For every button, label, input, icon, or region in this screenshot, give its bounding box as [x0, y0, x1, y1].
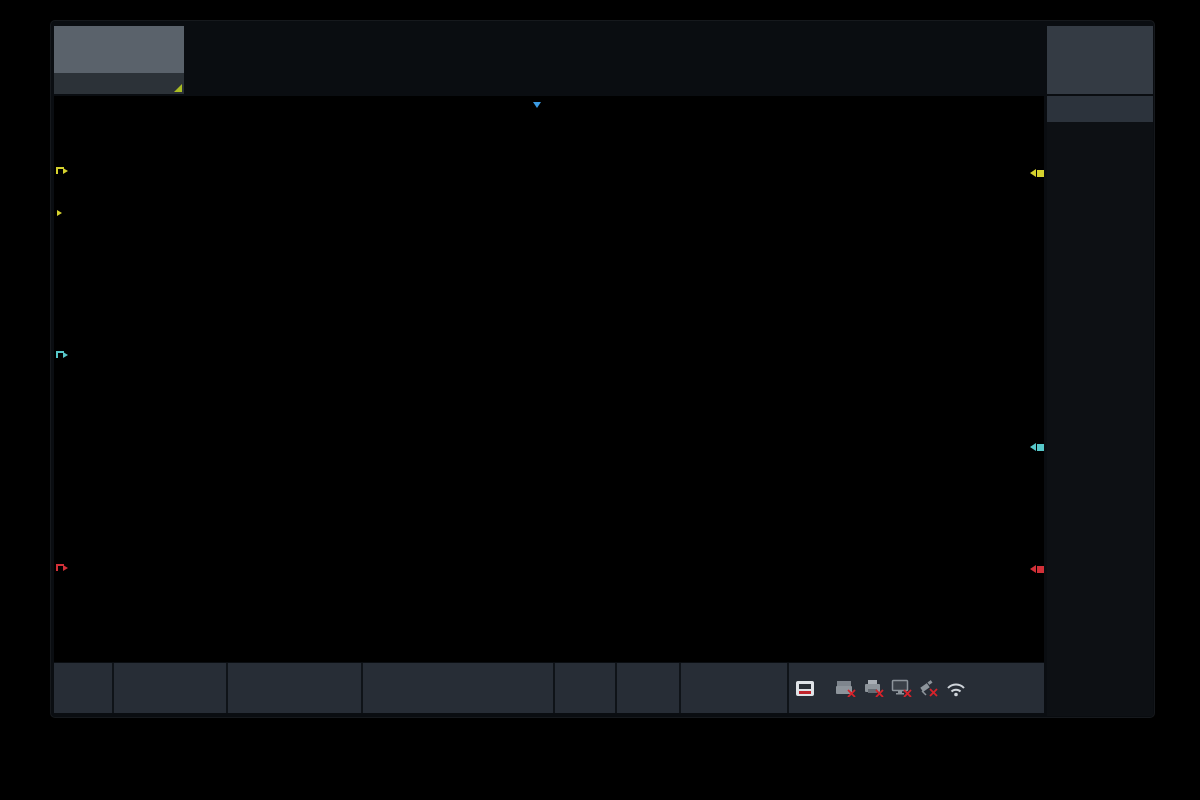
- menu-button[interactable]: [54, 73, 184, 94]
- record-mode: [555, 663, 615, 713]
- wifi-icon: [945, 680, 967, 697]
- acquire-info[interactable]: [363, 663, 553, 713]
- trigger-position-icon[interactable]: [532, 96, 541, 108]
- ch1-readout: [164, 116, 192, 128]
- trigger-info[interactable]: [228, 663, 361, 713]
- accumulate: [617, 663, 679, 713]
- ssd-icon: [795, 680, 815, 697]
- ch2-readout: [321, 297, 349, 309]
- brand-logo: [54, 26, 184, 73]
- rtm3-readout: [321, 479, 349, 491]
- right-menu: [1047, 96, 1153, 716]
- run-state[interactable]: [54, 663, 112, 713]
- screen-background: [0, 0, 1200, 800]
- table-reflection: [50, 723, 1155, 800]
- big-data-analysis[interactable]: [681, 663, 787, 713]
- ch1-offset-marker-icon[interactable]: [55, 166, 68, 176]
- acquisition-count: [114, 663, 226, 713]
- device-status-icons: [789, 663, 1044, 713]
- status-bar: [54, 663, 1044, 713]
- monitor-icon: [891, 679, 912, 697]
- channel-tab-strip: [186, 26, 1045, 94]
- printer-icon: [863, 679, 884, 697]
- waveform-plot: [69, 116, 1029, 660]
- ch2-level-marker-icon[interactable]: [1030, 443, 1044, 451]
- menu-corner-triangle-icon: [174, 84, 182, 92]
- ch1-level-marker-icon[interactable]: [1030, 169, 1044, 177]
- rtm3-offset-marker-icon[interactable]: [55, 563, 68, 573]
- header-bar: [54, 26, 1153, 94]
- group-panel: [1047, 26, 1153, 94]
- brand-area: [54, 26, 184, 94]
- gps-icon: [919, 679, 938, 697]
- rtm3-level-marker-icon[interactable]: [1030, 565, 1044, 573]
- oscilloscope-screen: [50, 20, 1155, 718]
- ch2-offset-marker-icon[interactable]: [55, 350, 68, 360]
- waveform-display: [54, 96, 1044, 662]
- usb-icon: [835, 679, 856, 697]
- trigger-level-marker-icon[interactable]: [56, 210, 62, 216]
- menu-section-title: [1047, 96, 1153, 122]
